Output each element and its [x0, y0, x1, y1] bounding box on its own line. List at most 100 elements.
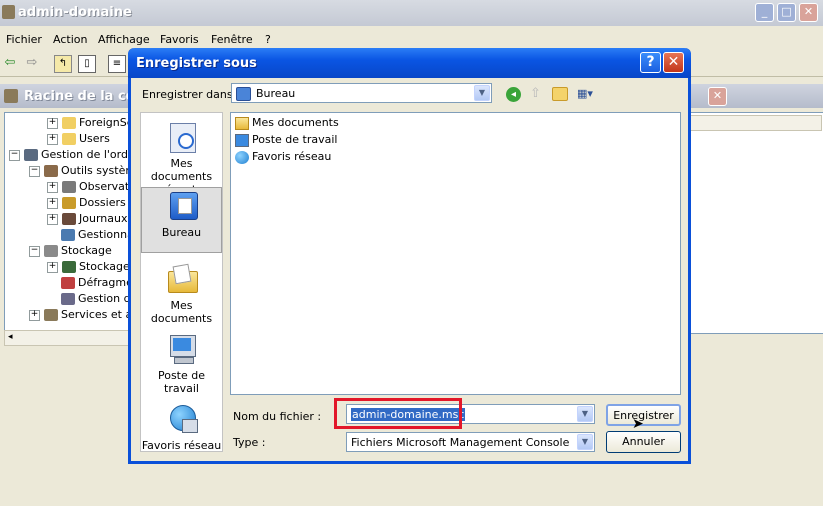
- my-computer-icon: [166, 333, 198, 365]
- back-green-icon[interactable]: ◂: [506, 87, 521, 102]
- tree-item-label: Gestionna: [78, 228, 134, 241]
- filename-highlight-box: [334, 398, 462, 429]
- collapse-icon[interactable]: −: [29, 165, 40, 177]
- chevron-down-icon[interactable]: ▼: [577, 406, 593, 422]
- console-close-button[interactable]: ✕: [708, 87, 727, 106]
- expand-icon[interactable]: +: [47, 197, 58, 209]
- close-button[interactable]: ✕: [799, 3, 818, 22]
- removable-storage-icon: [62, 261, 76, 273]
- logs-icon: [62, 213, 76, 225]
- chevron-down-icon[interactable]: ▼: [474, 85, 490, 101]
- device-manager-icon: [61, 229, 75, 241]
- expand-icon[interactable]: +: [47, 261, 58, 273]
- event-viewer-icon: [62, 181, 76, 193]
- disk-management-icon: [61, 293, 75, 305]
- recent-documents-icon: [166, 121, 198, 153]
- save-in-value: Bureau: [256, 87, 296, 100]
- expand-icon[interactable]: +: [29, 309, 40, 321]
- tree-item[interactable]: + Dossiers p: [47, 195, 136, 211]
- menu-affichage[interactable]: Affichage: [98, 33, 150, 46]
- computer-icon: [24, 149, 38, 161]
- tree-item-label: Users: [79, 132, 110, 145]
- main-title-bar: admin-domaine _ □ ✕: [0, 0, 823, 26]
- new-folder-icon[interactable]: [552, 87, 568, 101]
- expand-icon[interactable]: +: [47, 133, 58, 145]
- tree-item[interactable]: − Outils système: [29, 163, 143, 179]
- menu-fichier[interactable]: Fichier: [6, 33, 42, 46]
- tree-item[interactable]: − Gestion de l'ordina: [9, 147, 145, 163]
- save-in-combo[interactable]: Bureau ▼: [231, 83, 492, 103]
- maximize-button[interactable]: □: [777, 3, 796, 22]
- up-one-level-icon[interactable]: ⇧: [530, 86, 544, 102]
- tree-item[interactable]: − Stockage: [29, 243, 112, 259]
- main-window-title: admin-domaine: [18, 5, 132, 20]
- dialog-title-bar: Enregistrer sous ? ✕: [128, 48, 691, 78]
- folder-icon: [235, 116, 249, 130]
- tools-icon: [44, 165, 58, 177]
- menu-favoris[interactable]: Favoris: [160, 33, 199, 46]
- export-list-icon[interactable]: ≡: [108, 55, 126, 73]
- tree-item[interactable]: Gestion de: [61, 291, 137, 307]
- file-item-my-computer[interactable]: Poste de travail: [235, 132, 337, 148]
- place-network[interactable]: Favoris réseau: [141, 403, 222, 452]
- minimize-button[interactable]: _: [755, 3, 774, 22]
- console-tree[interactable]: + ForeignSe + Users − Gestion de l'ordina − Out…: [4, 112, 145, 332]
- tree-item[interactable]: + Services et ap: [29, 307, 139, 323]
- tree-item-label: Défragme: [78, 276, 133, 289]
- mmc-app-icon: [2, 5, 15, 19]
- console-root-icon: [4, 89, 18, 103]
- file-item-network[interactable]: Favoris réseau: [235, 149, 331, 165]
- collapse-icon[interactable]: −: [29, 245, 40, 257]
- collapse-icon[interactable]: −: [9, 149, 20, 161]
- tree-item[interactable]: + Journaux: [47, 211, 127, 227]
- folder-icon: [62, 117, 76, 129]
- expand-icon[interactable]: +: [47, 213, 58, 225]
- tree-item[interactable]: + ForeignSe: [47, 115, 133, 131]
- chevron-down-icon[interactable]: ▼: [577, 434, 593, 450]
- places-bar: Mes documents récents Bureau Mes documen…: [140, 112, 223, 452]
- place-desktop-label: Bureau: [161, 226, 202, 239]
- file-list[interactable]: Mes documents Poste de travail Favoris r…: [230, 112, 681, 395]
- file-item-label: Poste de travail: [252, 133, 338, 146]
- network-places-icon: [166, 403, 198, 435]
- tree-item[interactable]: + Stockage: [47, 259, 130, 275]
- place-my-computer[interactable]: Poste de travail: [141, 333, 222, 395]
- up-folder-icon[interactable]: ↰: [54, 55, 72, 73]
- cancel-button[interactable]: Annuler: [606, 431, 681, 453]
- desktop-small-icon: [236, 87, 251, 101]
- file-item-my-documents[interactable]: Mes documents: [235, 115, 339, 131]
- menu-bar: Fichier Action Affichage Favoris Fenêtre…: [0, 30, 823, 48]
- menu-fenetre[interactable]: Fenêtre: [211, 33, 253, 46]
- show-tree-icon[interactable]: ▯: [78, 55, 96, 73]
- place-my-documents[interactable]: Mes documents: [141, 263, 222, 325]
- help-button[interactable]: ?: [640, 52, 661, 73]
- save-in-label: Enregistrer dans :: [142, 88, 240, 101]
- place-network-label: Favoris réseau: [141, 439, 222, 452]
- filename-label: Nom du fichier :: [233, 410, 322, 423]
- expand-icon[interactable]: +: [47, 117, 58, 129]
- back-icon[interactable]: ⇦: [2, 55, 18, 71]
- menu-action[interactable]: Action: [53, 33, 87, 46]
- file-item-label: Mes documents: [252, 116, 339, 129]
- tree-item[interactable]: Défragme: [61, 275, 133, 291]
- tree-horizontal-scrollbar[interactable]: ◂: [4, 330, 130, 346]
- services-icon: [44, 309, 58, 321]
- tree-item[interactable]: + Users: [47, 131, 110, 147]
- place-desktop[interactable]: Bureau: [141, 187, 222, 253]
- desktop-icon: [166, 190, 198, 222]
- forward-icon[interactable]: ⇨: [24, 55, 40, 71]
- network-icon: [235, 150, 249, 164]
- dialog-close-button[interactable]: ✕: [663, 52, 684, 73]
- menu-help[interactable]: ?: [265, 33, 271, 46]
- type-combo[interactable]: Fichiers Microsoft Management Console (*…: [346, 432, 595, 452]
- type-value: Fichiers Microsoft Management Console (*…: [351, 436, 573, 449]
- scroll-left-icon[interactable]: ◂: [8, 332, 13, 342]
- place-recent[interactable]: Mes documents récents: [141, 121, 222, 196]
- view-menu-icon[interactable]: ▦▾: [577, 87, 597, 101]
- tree-item[interactable]: Gestionna: [61, 227, 134, 243]
- column-header[interactable]: [688, 115, 822, 131]
- tree-item[interactable]: + Observate: [47, 179, 136, 195]
- expand-icon[interactable]: +: [47, 181, 58, 193]
- folder-icon: [62, 133, 76, 145]
- my-documents-icon: [166, 263, 198, 295]
